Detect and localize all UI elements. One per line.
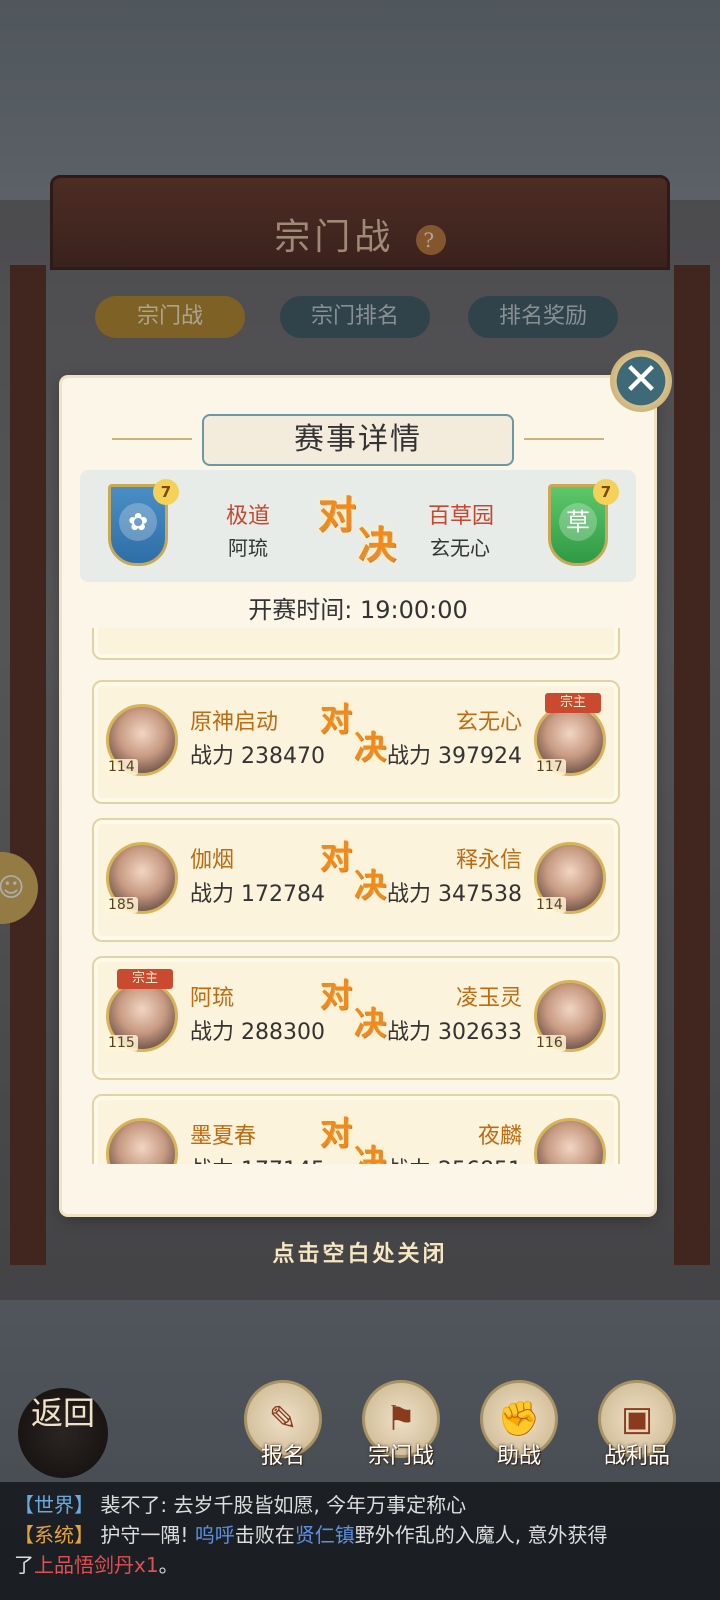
system-message-line2-suffix: 。 [158,1553,179,1577]
player-level: 115 [105,1035,138,1051]
sect-banner-left: ✿ 7 [108,479,179,566]
versus-glyph-top: 对 [320,976,353,1014]
player-avatar-left[interactable]: 185 [105,842,178,914]
sect-leader-tag: 宗主 [117,969,173,989]
match-card-partial [92,628,620,660]
sect-name-left: 极道 [226,504,271,529]
versus-glyph-top: 对 [320,700,353,738]
player-name-left: 阿琉 [190,986,235,1011]
player-name-left: 伽烟 [190,848,235,873]
versus-glyph-bottom: 决 [354,728,387,766]
player-power-left: 战力 238470 [190,744,325,769]
system-channel-tag: 【系统】 [14,1523,94,1547]
player-avatar-right[interactable] [534,1118,606,1164]
match-card[interactable]: 墨夏春 战力 177145 对 决 夜麟 战力 256851 [92,1094,620,1164]
nav-label: 战利品 [603,1444,670,1469]
nav-register[interactable]: ✎ 报名 [238,1380,328,1476]
versus-glyph-top: 对 [320,838,353,876]
chat-line-system: 【系统】 护守一隅! 呜呼击败在贤仁镇野外作乱的入魔人, 意外获得 [14,1520,706,1550]
versus-glyph-bottom: 决 [354,1142,387,1164]
system-message-suffix: 野外作乱的入魔人, 意外获得 [354,1523,608,1547]
player-avatar-left[interactable] [106,1118,178,1164]
sect-name-right: 百草园 [428,504,495,529]
system-message-line2-prefix: 了 [14,1553,34,1577]
player-level: 114 [105,759,138,775]
player-power-right: 战力 302633 [387,1020,522,1045]
match-detail-modal: 赛事详情 ✿ 7 极道 阿琉 对 决 百草园 玄无心 草 7 开赛时间: 19:… [62,378,654,1214]
match-card[interactable]: 114 原神启动 战力 238470 对 决 玄无心 战力 397924 宗主 … [92,680,620,804]
match-card[interactable]: 185 伽烟 战力 172784 对 决 释永信 战力 347538 114 [92,818,620,942]
versus-glyph-bottom: 决 [354,1004,387,1042]
herb-emblem-icon: 草 [559,503,597,541]
player-level: 185 [105,897,138,913]
nav-assist[interactable]: ✊ 助战 [474,1380,564,1476]
bottom-nav: 返回 ✎ 报名 ⚑ 宗门战 ✊ 助战 ▣ 战利品 [0,1380,720,1480]
world-message: 裴不了: 去岁千股皆如愿, 今年万事定称心 [100,1493,467,1517]
player-power-right: 战力 397924 [387,744,522,769]
start-time: 开赛时间: 19:00:00 [248,596,468,624]
sect-leader-right: 玄无心 [430,536,490,560]
match-card[interactable]: 宗主 115 阿琉 战力 288300 对 决 凌玉灵 战力 302633 11… [92,956,620,1080]
nav-label: 助战 [496,1444,541,1469]
sect-leader-tag: 宗主 [545,693,601,713]
location-link[interactable]: 贤仁镇 [295,1523,355,1547]
system-message-mid: 击败在 [234,1523,295,1547]
player-name-left: 原神启动 [190,710,279,735]
versus-glyph-top: 对 [320,1114,353,1152]
tap-to-close-hint: 点击空白处关闭 [272,1242,448,1267]
player-power-left: 战力 288300 [190,1020,325,1045]
close-icon[interactable]: ✕ [610,350,672,412]
item-link[interactable]: 上品悟剑丹x1 [34,1553,159,1577]
player-name-right: 释永信 [455,848,522,873]
sect-level-badge: 7 [593,479,619,505]
chat-line-world: 【世界】 裴不了: 去岁千股皆如愿, 今年万事定称心 [14,1490,706,1520]
player-avatar-right[interactable]: 宗主 117 [533,693,606,776]
title-decoration-right [524,438,604,440]
player-avatar-right[interactable]: 116 [533,980,606,1052]
player-name-right: 凌玉灵 [455,986,522,1011]
sect-banner-right: 草 7 [548,479,619,566]
player-name-right: 玄无心 [455,710,522,735]
player-power-right: 战力 256851 [387,1152,522,1164]
back-button[interactable]: 返回 [18,1388,108,1478]
player-avatar-left[interactable]: 宗主 115 [105,969,178,1052]
versus-glyph-bottom: 决 [354,866,387,904]
player-avatar-left[interactable]: 114 [105,704,178,776]
player-power-left: 战力 172784 [190,882,325,907]
nav-spoils[interactable]: ▣ 战利品 [592,1380,682,1476]
lotus-icon: ✿ [119,503,157,541]
title-decoration-left [112,438,192,440]
sect-versus-header: ✿ 7 极道 阿琉 对 决 百草园 玄无心 草 7 [80,470,636,582]
player-level: 114 [533,897,566,913]
player-power-right: 战力 347538 [387,882,522,907]
versus-glyph-top: 对 [318,492,357,537]
nav-sect-war[interactable]: ⚑ 宗门战 [356,1380,446,1476]
sect-leader-left: 阿琉 [228,536,268,560]
player-avatar-right[interactable]: 114 [533,842,606,914]
nav-label: 报名 [260,1444,305,1469]
modal-title: 赛事详情 [202,414,514,466]
match-list[interactable]: 114 原神启动 战力 238470 对 决 玄无心 战力 397924 宗主 … [88,628,628,1164]
system-message-prefix: 护守一隅! [100,1523,195,1547]
chat-panel[interactable]: 【世界】 裴不了: 去岁千股皆如愿, 今年万事定称心 【系统】 护守一隅! 呜呼… [0,1482,720,1600]
player-level: 117 [533,759,566,775]
player-name-right: 夜麟 [477,1124,522,1149]
player-power-left: 战力 177145 [190,1152,325,1164]
sect-level-badge: 7 [153,479,179,505]
nav-label: 宗门战 [367,1444,434,1469]
player-name-left: 墨夏春 [190,1124,257,1149]
world-channel-tag: 【世界】 [14,1493,94,1517]
player-level: 116 [533,1035,566,1051]
chat-line-system-cont: 了上品悟剑丹x1。 [14,1550,706,1580]
versus-glyph-bottom: 决 [358,522,397,567]
player-link[interactable]: 呜呼 [195,1523,235,1547]
